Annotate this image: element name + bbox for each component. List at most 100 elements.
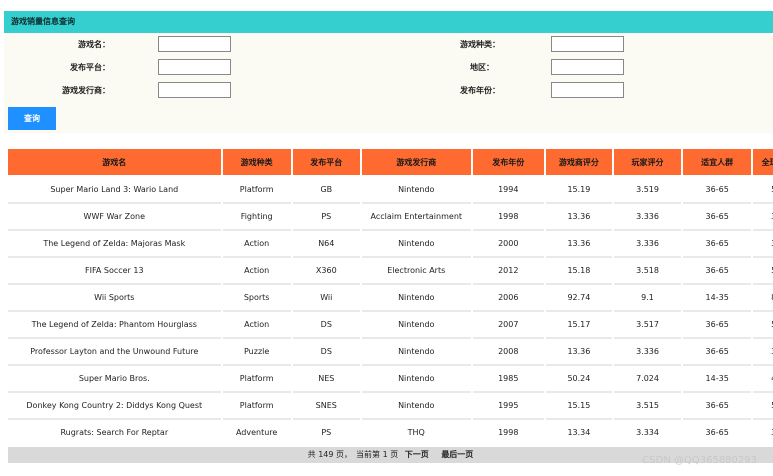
table-row: Rugrats: Search For Reptar Adventure PS THQ… [8, 420, 773, 445]
table-cell: Nintendo [361, 393, 471, 420]
watermark-text: CSDN @QQ365880293 [642, 455, 757, 466]
table-cell: Nintendo [361, 231, 471, 258]
table-cell: 50.24 [545, 366, 612, 393]
table-cell: 5 [753, 393, 773, 420]
table-cell: Nintendo [361, 339, 471, 366]
results-table: 游戏名 游戏种类 发布平台 游戏发行商 发布年份 游戏商评分 玩家评分 适宜人群… [8, 149, 773, 445]
table-cell: 1998 [472, 204, 544, 231]
table-cell: Puzzle [222, 339, 291, 366]
table-cell: 3.515 [613, 393, 682, 420]
table-cell: The Legend of Zelda: Phantom Hourglass [8, 312, 221, 339]
column-header: 发布年份 [472, 149, 544, 177]
table-cell: Nintendo [361, 366, 471, 393]
column-header: 游戏发行商 [361, 149, 471, 177]
table-cell: 3 [753, 204, 773, 231]
table-cell: Platform [222, 393, 291, 420]
table-cell: 2000 [472, 231, 544, 258]
table-cell: 36-65 [683, 420, 752, 445]
table-cell: 1994 [472, 177, 544, 204]
page-title: 游戏销量信息查询 [4, 11, 773, 33]
table-cell: The Legend of Zelda: Majoras Mask [8, 231, 221, 258]
table-cell: Wii [292, 285, 360, 312]
table-header-row: 游戏名 游戏种类 发布平台 游戏发行商 发布年份 游戏商评分 玩家评分 适宜人群… [8, 149, 773, 177]
column-header: 发布平台 [292, 149, 360, 177]
table-cell: PS [292, 204, 360, 231]
table-cell: 36-65 [683, 312, 752, 339]
table-cell: NES [292, 366, 360, 393]
table-cell: 3.517 [613, 312, 682, 339]
table-cell: Rugrats: Search For Reptar [8, 420, 221, 445]
table-cell: 36-65 [683, 339, 752, 366]
column-header: 适宜人群 [683, 149, 752, 177]
search-form: 游戏名： 游戏种类： 发布平台： 地区： 游戏发行商： 发布年份： [4, 33, 773, 133]
table-cell: Super Mario Bros. [8, 366, 221, 393]
table-cell: Platform [222, 177, 291, 204]
table-cell: 8 [753, 285, 773, 312]
table-cell: 36-65 [683, 231, 752, 258]
table-row: Super Mario Land 3: Wario Land Platform GB… [8, 177, 773, 204]
release-year-input[interactable] [551, 82, 624, 98]
table-cell: Donkey Kong Country 2: Diddys Kong Quest [8, 393, 221, 420]
table-cell: 13.34 [545, 420, 612, 445]
table-cell: 1998 [472, 420, 544, 445]
table-cell: 2008 [472, 339, 544, 366]
last-page-link[interactable]: 最后一页 [441, 450, 473, 459]
table-cell: FIFA Soccer 13 [8, 258, 221, 285]
region-input[interactable] [551, 59, 624, 75]
table-cell: 3 [753, 420, 773, 445]
game-name-input[interactable] [158, 36, 231, 52]
table-cell: 1995 [472, 393, 544, 420]
table-cell: 3.336 [613, 339, 682, 366]
column-header: 全球销 [753, 149, 773, 177]
table-cell: Action [222, 231, 291, 258]
table-cell: 15.19 [545, 177, 612, 204]
table-cell: Sports [222, 285, 291, 312]
table-row: WWF War Zone Fighting PS Acclaim Entertainm… [8, 204, 773, 231]
table-cell: Electronic Arts [361, 258, 471, 285]
table-cell: 14-35 [683, 285, 752, 312]
table-cell: 15.17 [545, 312, 612, 339]
platform-label: 发布平台： [70, 63, 110, 72]
table-cell: Action [222, 312, 291, 339]
table-cell: 3.518 [613, 258, 682, 285]
table-cell: 36-65 [683, 177, 752, 204]
query-button[interactable]: 查询 [8, 107, 56, 130]
table-cell: 9.1 [613, 285, 682, 312]
game-genre-input[interactable] [551, 36, 624, 52]
table-cell: Nintendo [361, 285, 471, 312]
table-cell: X360 [292, 258, 360, 285]
table-row: Professor Layton and the Unwound Future P… [8, 339, 773, 366]
table-cell: 1985 [472, 366, 544, 393]
table-cell: Nintendo [361, 312, 471, 339]
game-name-label: 游戏名： [78, 40, 110, 49]
table-cell: 5 [753, 258, 773, 285]
results-table-container: 游戏名 游戏种类 发布平台 游戏发行商 发布年份 游戏商评分 玩家评分 适宜人群… [8, 149, 773, 445]
table-cell: N64 [292, 231, 360, 258]
platform-input[interactable] [158, 59, 231, 75]
publisher-input[interactable] [158, 82, 231, 98]
table-cell: 2012 [472, 258, 544, 285]
release-year-label: 发布年份： [460, 86, 500, 95]
table-cell: Action [222, 258, 291, 285]
table-cell: 36-65 [683, 258, 752, 285]
table-cell: 3.336 [613, 231, 682, 258]
table-row: Super Mario Bros. Platform NES Nintendo 1985… [8, 366, 773, 393]
next-page-link[interactable]: 下一页 [405, 450, 429, 459]
page-total-text: 共 149 页， [307, 450, 353, 459]
table-cell: 7.024 [613, 366, 682, 393]
publisher-label: 游戏发行商： [62, 86, 110, 95]
table-cell: 3 [753, 231, 773, 258]
table-cell: 14-35 [683, 366, 752, 393]
table-cell: 15.15 [545, 393, 612, 420]
table-cell: 3.519 [613, 177, 682, 204]
table-cell: PS [292, 420, 360, 445]
table-cell: Adventure [222, 420, 291, 445]
table-cell: 92.74 [545, 285, 612, 312]
table-row: The Legend of Zelda: Majoras Mask Action N… [8, 231, 773, 258]
region-label: 地区： [470, 63, 494, 72]
table-cell: THQ [361, 420, 471, 445]
table-cell: 5 [753, 177, 773, 204]
table-cell: Professor Layton and the Unwound Future [8, 339, 221, 366]
column-header: 游戏种类 [222, 149, 291, 177]
table-cell: 5 [753, 312, 773, 339]
